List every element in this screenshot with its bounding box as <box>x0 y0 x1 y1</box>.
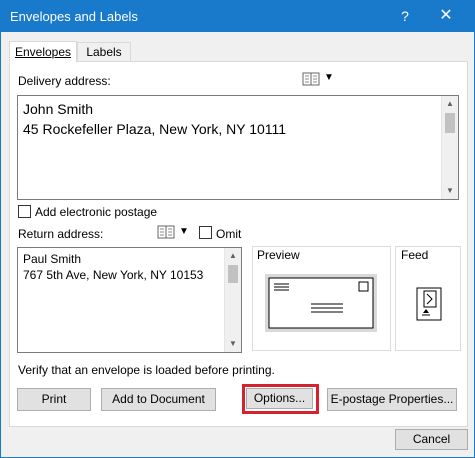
dialog-title: Envelopes and Labels <box>10 9 138 24</box>
chevron-down-icon[interactable]: ▼ <box>324 72 334 83</box>
options-button[interactable]: Options... <box>246 388 313 409</box>
help-button[interactable]: ? <box>390 5 420 27</box>
envelope-feed-icon[interactable] <box>416 287 442 321</box>
cancel-button[interactable]: Cancel <box>395 429 468 450</box>
return-scroll-up-icon[interactable]: ▲ <box>225 248 241 264</box>
preview-label: Preview <box>257 248 300 262</box>
delivery-address-text: John Smith 45 Rockefeller Plaza, New Yor… <box>23 101 287 137</box>
envelope-preview-icon[interactable] <box>265 274 377 332</box>
add-electronic-postage-checkbox[interactable] <box>18 205 31 218</box>
add-to-document-label: Add to Document <box>112 392 205 406</box>
tab-labels-label: Labels <box>86 45 122 59</box>
close-button[interactable]: ✕ <box>428 5 464 27</box>
return-chevron-down-icon[interactable]: ▼ <box>179 226 189 237</box>
return-address-book-icon[interactable] <box>157 225 177 239</box>
tab-labels[interactable]: Labels <box>77 42 131 62</box>
delivery-address-field[interactable]: John Smith 45 Rockefeller Plaza, New Yor… <box>17 95 459 200</box>
omit-checkbox[interactable] <box>199 226 212 239</box>
verify-envelope-text: Verify that an envelope is loaded before… <box>18 363 275 377</box>
e-postage-properties-button[interactable]: E-postage Properties... <box>327 388 457 411</box>
print-button[interactable]: Print <box>17 388 91 411</box>
address-book-icon[interactable] <box>302 72 322 86</box>
envelopes-panel: Delivery address: ▼ John Smith 45 Rockef… <box>9 61 468 427</box>
delivery-scrollbar[interactable]: ▲ ▼ <box>441 96 458 199</box>
return-address-text: Paul Smith 767 5th Ave, New York, NY 101… <box>23 252 204 282</box>
envelopes-labels-dialog: Envelopes and Labels ? ✕ Envelopes Label… <box>0 0 475 458</box>
delivery-address-label: Delivery address: <box>18 74 111 88</box>
return-address-label: Return address: <box>18 227 104 241</box>
return-scroll-thumb[interactable] <box>228 265 238 283</box>
options-button-label: Options... <box>253 391 306 405</box>
print-button-label: Print <box>41 392 67 406</box>
return-scroll-down-icon[interactable]: ▼ <box>225 336 241 352</box>
scroll-up-icon[interactable]: ▲ <box>442 96 458 112</box>
tab-envelopes[interactable]: Envelopes <box>9 41 77 63</box>
scroll-down-icon[interactable]: ▼ <box>442 183 458 199</box>
title-bar[interactable]: Envelopes and Labels ? ✕ <box>1 1 474 32</box>
omit-label: Omit <box>216 227 242 241</box>
return-scrollbar[interactable]: ▲ ▼ <box>224 248 241 352</box>
feed-label: Feed <box>401 248 429 262</box>
scroll-thumb[interactable] <box>445 113 455 133</box>
cancel-button-label: Cancel <box>412 432 451 446</box>
add-electronic-postage-label: Add electronic postage <box>35 205 158 219</box>
tab-envelopes-label: Envelopes <box>14 45 72 59</box>
e-postage-properties-label: E-postage Properties... <box>330 392 454 406</box>
return-address-field[interactable]: Paul Smith 767 5th Ave, New York, NY 101… <box>17 247 242 353</box>
add-to-document-button[interactable]: Add to Document <box>101 388 216 411</box>
